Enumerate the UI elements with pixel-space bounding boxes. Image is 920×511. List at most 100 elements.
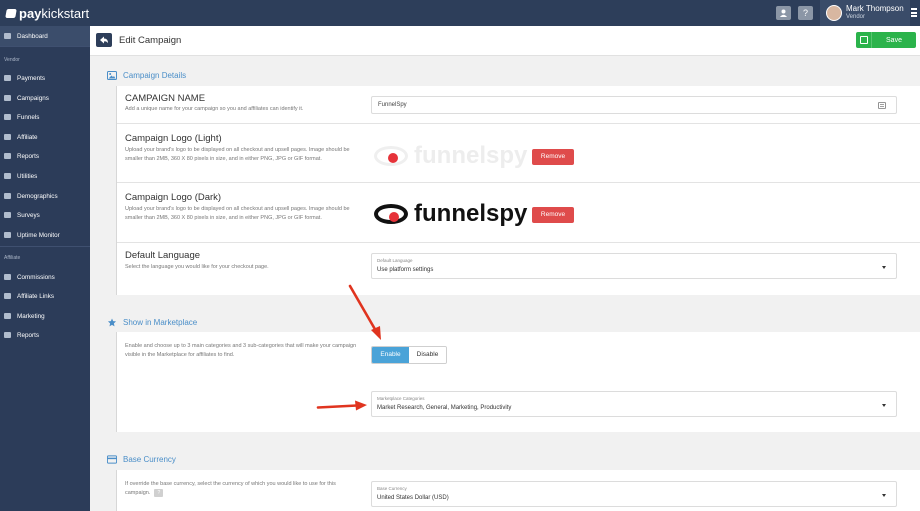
sidebar-divider: [0, 46, 90, 47]
hamburger-menu-icon[interactable]: [911, 8, 917, 17]
sidebar-item-label: Demographics: [17, 192, 58, 200]
language-title: Default Language: [125, 250, 201, 261]
help-button[interactable]: ?: [798, 6, 813, 20]
user-icon: [780, 9, 787, 17]
default-language-select[interactable]: Default Language Use platform settings: [371, 253, 897, 279]
sidebar-item-payments[interactable]: Payments: [0, 68, 90, 88]
globe-icon: [4, 193, 11, 199]
user-menu[interactable]: Mark Thompson Vendor: [820, 0, 910, 26]
section-title: Campaign Details: [123, 71, 187, 80]
sidebar-item-commissions[interactable]: Commissions: [0, 267, 90, 287]
sidebar-item-label: Commissions: [17, 273, 55, 281]
sidebar-item-uptime-monitor[interactable]: Uptime Monitor: [0, 225, 90, 245]
default-language-row: Default Language Select the language you…: [117, 243, 920, 295]
bar-chart-icon: [4, 332, 11, 338]
logo-dark-desc: Upload your brand's logo to be displayed…: [125, 206, 350, 221]
logo-mark-icon: [5, 8, 17, 18]
sidebar-divider: [0, 246, 90, 247]
select-label: Base Currency: [377, 486, 407, 491]
sidebar-item-demographics[interactable]: Demographics: [0, 186, 90, 206]
sidebar-item-label: Utilities: [17, 172, 38, 180]
sidebar-item-label: Funnels: [17, 113, 40, 121]
base-currency-heading: Base Currency: [107, 455, 176, 464]
logo-dark-title: Campaign Logo (Dark): [125, 192, 222, 203]
marketplace-categories-select[interactable]: Marketplace Categories Market Research, …: [371, 391, 897, 417]
select-value: Use platform settings: [377, 267, 434, 273]
select-value: United States Dollar (USD): [377, 495, 449, 501]
dark-logo-text: funnelspy: [414, 200, 528, 227]
user-icon: [4, 134, 11, 140]
back-arrow-icon: [100, 36, 108, 44]
wrench-icon: [4, 173, 11, 179]
sidebar-item-campaigns[interactable]: Campaigns: [0, 88, 90, 108]
currency-desc: If override the base currency, select th…: [125, 480, 357, 497]
grid-icon: [4, 33, 11, 39]
contact-card-icon: [878, 102, 886, 109]
monitor-icon: [4, 232, 11, 238]
sidebar-item-marketing[interactable]: Marketing: [0, 306, 90, 326]
sidebar-item-utilities[interactable]: Utilities: [0, 166, 90, 186]
campaign-details-panel: CAMPAIGN NAME Add a unique name for your…: [116, 86, 920, 295]
campaign-details-heading: Campaign Details: [107, 71, 186, 80]
list-icon: [4, 95, 11, 101]
sidebar-item-affiliate[interactable]: Affiliate: [0, 127, 90, 147]
eye-icon: [374, 146, 408, 166]
disable-button[interactable]: Disable: [409, 347, 446, 363]
caret-down-icon: [882, 494, 886, 497]
light-logo-text: funnelspy: [414, 142, 528, 169]
select-value: Market Research, General, Marketing, Pro…: [377, 405, 512, 411]
sidebar-item-surveys[interactable]: Surveys: [0, 205, 90, 225]
caret-down-icon: [882, 404, 886, 407]
sidebar-item-affiliate-reports[interactable]: Reports: [0, 325, 90, 345]
sidebar-item-label: Affiliate Links: [17, 292, 54, 300]
base-currency-panel: If override the base currency, select th…: [116, 470, 920, 511]
paykickstart-logo[interactable]: pay kickstart: [5, 5, 90, 21]
campaign-name-title: CAMPAIGN NAME: [125, 93, 206, 104]
sidebar-item-label: Affiliate: [17, 133, 38, 141]
remove-light-logo-button[interactable]: Remove: [532, 149, 574, 165]
page-header: Edit Campaign Save: [90, 26, 920, 56]
help-icon[interactable]: ?: [154, 488, 164, 497]
sidebar-item-label: Surveys: [17, 211, 40, 219]
sidebar-item-label: Payments: [17, 74, 45, 82]
base-currency-select[interactable]: Base Currency United States Dollar (USD): [371, 481, 897, 507]
sidebar-item-funnels[interactable]: Funnels: [0, 107, 90, 127]
sidebar-item-label: Reports: [17, 152, 40, 160]
campaign-name-value: FunnelSpy: [378, 102, 407, 108]
sidebar-item-label: Dashboard: [17, 32, 48, 40]
save-button[interactable]: Save: [856, 32, 916, 48]
sidebar-heading-affiliate: Affiliate: [4, 255, 21, 261]
user-icon-button[interactable]: [776, 6, 791, 20]
remove-dark-logo-button[interactable]: Remove: [532, 207, 574, 223]
user-name: Mark Thompson: [846, 4, 904, 13]
page-title: Edit Campaign: [119, 35, 182, 46]
list-icon: [4, 274, 11, 280]
sidebar-item-label: Marketing: [17, 312, 45, 320]
campaign-name-input[interactable]: FunnelSpy: [371, 96, 897, 114]
star-icon: [107, 318, 117, 327]
select-label: Marketplace Categories: [377, 396, 425, 401]
credit-card-icon: [107, 455, 117, 464]
caret-down-icon: [882, 266, 886, 269]
campaign-name-desc: Add a unique name for your campaign so y…: [125, 106, 304, 112]
avatar: [826, 5, 842, 21]
dark-logo-image: funnelspy: [374, 200, 527, 228]
enable-button[interactable]: Enable: [372, 347, 409, 363]
sidebar-item-dashboard[interactable]: Dashboard: [0, 26, 90, 46]
select-label: Default Language: [377, 258, 413, 263]
logo-rest-text: kickstart: [41, 5, 90, 21]
marketplace-panel: Enable and choose up to 3 main categorie…: [116, 332, 920, 432]
floppy-disk-icon: [856, 32, 872, 48]
logo-pay-text: pay: [19, 5, 42, 21]
campaign-logo-light-row: Campaign Logo (Light) Upload your brand'…: [117, 124, 920, 183]
link-icon: [4, 293, 11, 299]
back-button[interactable]: [96, 33, 112, 47]
campaign-logo-dark-row: Campaign Logo (Dark) Upload your brand's…: [117, 183, 920, 243]
annotation-arrow-icon: [348, 284, 381, 340]
sidebar-item-reports[interactable]: Reports: [0, 146, 90, 166]
marketplace-toggle: Enable Disable: [371, 346, 447, 364]
save-button-label: Save: [886, 36, 902, 44]
bar-chart-icon: [4, 153, 11, 159]
sidebar-item-affiliate-links[interactable]: Affiliate Links: [0, 286, 90, 306]
eye-icon: [374, 204, 408, 224]
